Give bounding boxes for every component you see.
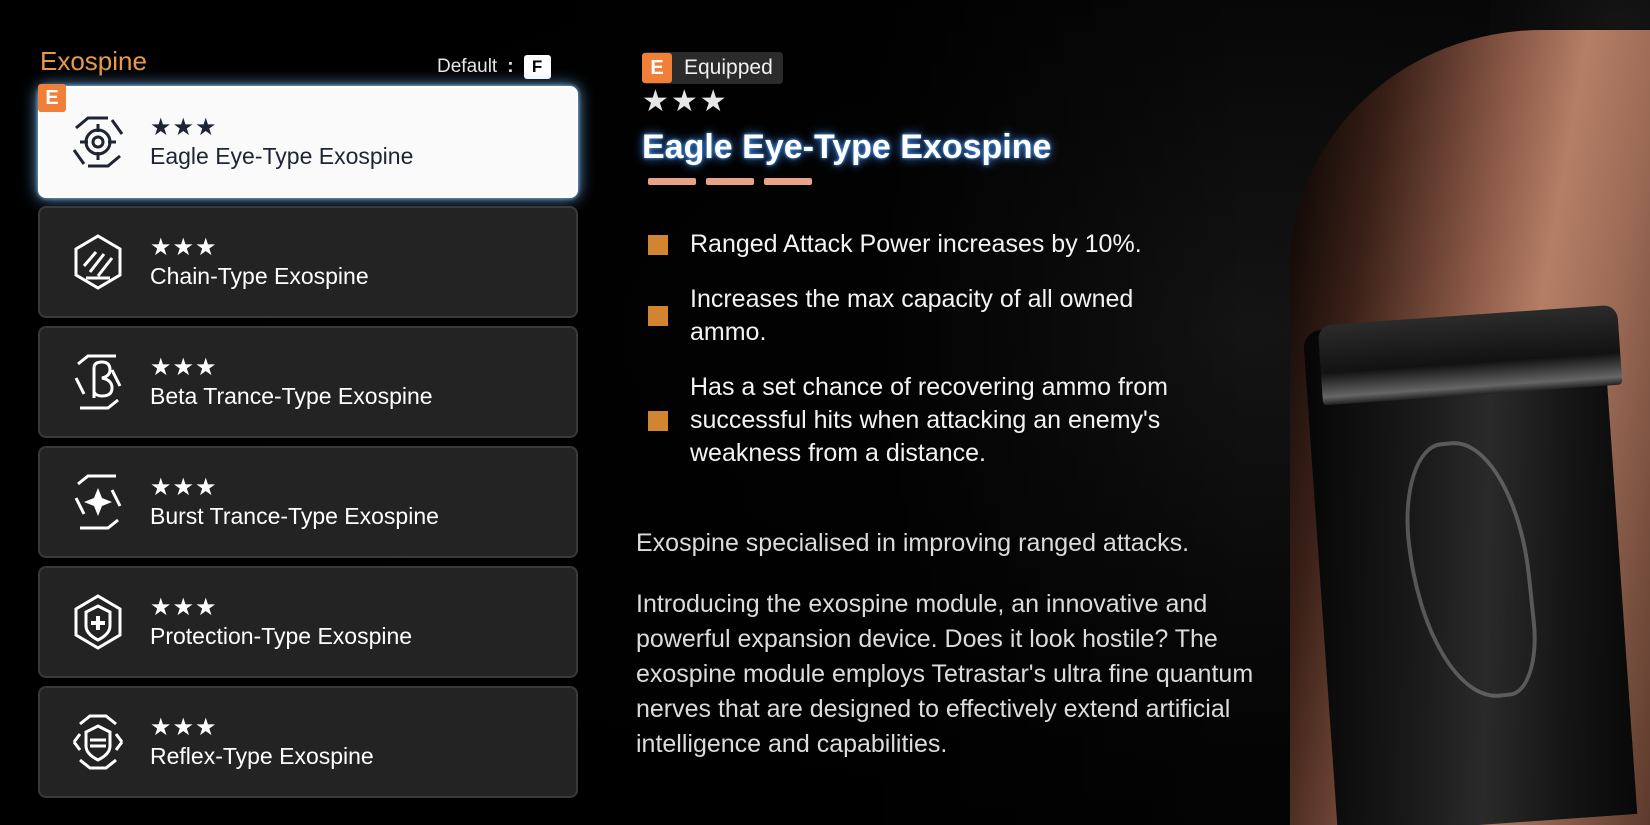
item-name: Beta Trance-Type Exospine	[150, 382, 433, 409]
chain-claw-icon	[60, 224, 136, 300]
item-stars: ★★★	[150, 233, 218, 261]
detail-stars: ★★★	[642, 85, 729, 118]
item-stars: ★★★	[150, 713, 218, 741]
exospine-item-protection[interactable]: ★★★ Protection-Type Exospine	[38, 566, 578, 678]
beta-icon	[60, 344, 136, 420]
effect-item: Increases the max capacity of all owned …	[648, 283, 1228, 349]
effect-text: Increases the max capacity of all owned …	[690, 285, 1134, 346]
reflex-shield-icon	[60, 704, 136, 780]
equipped-badge: E	[38, 84, 66, 112]
effect-item: Ranged Attack Power increases by 10%.	[648, 228, 1228, 261]
shield-plus-icon	[60, 584, 136, 660]
exospine-list: E ★★★ Eagle Eye-Type Exospine ★★★ Chain-…	[38, 84, 578, 806]
panel-title: Exospine	[40, 46, 147, 76]
burst-star-icon	[60, 464, 136, 540]
effect-item: Has a set chance of recovering ammo from…	[648, 371, 1228, 470]
default-label: Default	[437, 56, 498, 77]
equipped-label: Equipped	[684, 56, 773, 79]
exospine-item-beta-trance[interactable]: ★★★ Beta Trance-Type Exospine	[38, 326, 578, 438]
exospine-item-chain[interactable]: ★★★ Chain-Type Exospine	[38, 206, 578, 318]
description-lore: Introducing the exospine module, an inno…	[636, 590, 1254, 758]
colon-separator: :	[507, 56, 514, 77]
crosshair-icon	[60, 104, 136, 180]
effect-text: Has a set chance of recovering ammo from…	[690, 373, 1168, 467]
rank-bar	[706, 178, 754, 185]
detail-title: Eagle Eye-Type Exospine	[642, 128, 1052, 166]
rank-bar	[648, 178, 696, 185]
description-summary: Exospine specialised in improving ranged…	[636, 529, 1190, 557]
item-name: Burst Trance-Type Exospine	[150, 502, 439, 529]
exospine-item-reflex[interactable]: ★★★ Reflex-Type Exospine	[38, 686, 578, 798]
item-stars: ★★★	[150, 473, 218, 501]
rank-bars	[648, 178, 812, 185]
item-stars: ★★★	[150, 593, 218, 621]
exospine-item-eagle-eye[interactable]: E ★★★ Eagle Eye-Type Exospine	[38, 84, 578, 198]
effects-list: Ranged Attack Power increases by 10%. In…	[648, 228, 1228, 492]
effect-bullet	[648, 234, 668, 255]
effect-text: Ranged Attack Power increases by 10%.	[690, 230, 1142, 258]
equipped-tag: E Equipped	[642, 52, 783, 84]
item-name: Reflex-Type Exospine	[150, 742, 374, 769]
effect-bullet	[648, 410, 668, 431]
equipped-badge: E	[642, 53, 672, 83]
item-name: Protection-Type Exospine	[150, 622, 413, 649]
item-stars: ★★★	[150, 353, 218, 381]
rank-bar	[764, 178, 812, 185]
default-key-hint[interactable]: Default : F	[437, 55, 551, 79]
default-key[interactable]: F	[523, 55, 551, 79]
item-stars: ★★★	[150, 113, 218, 141]
exospine-item-burst-trance[interactable]: ★★★ Burst Trance-Type Exospine	[38, 446, 578, 558]
item-name: Eagle Eye-Type Exospine	[150, 142, 414, 169]
effect-bullet	[648, 306, 668, 326]
description: Exospine specialised in improving ranged…	[636, 526, 1256, 788]
item-name: Chain-Type Exospine	[150, 262, 369, 289]
